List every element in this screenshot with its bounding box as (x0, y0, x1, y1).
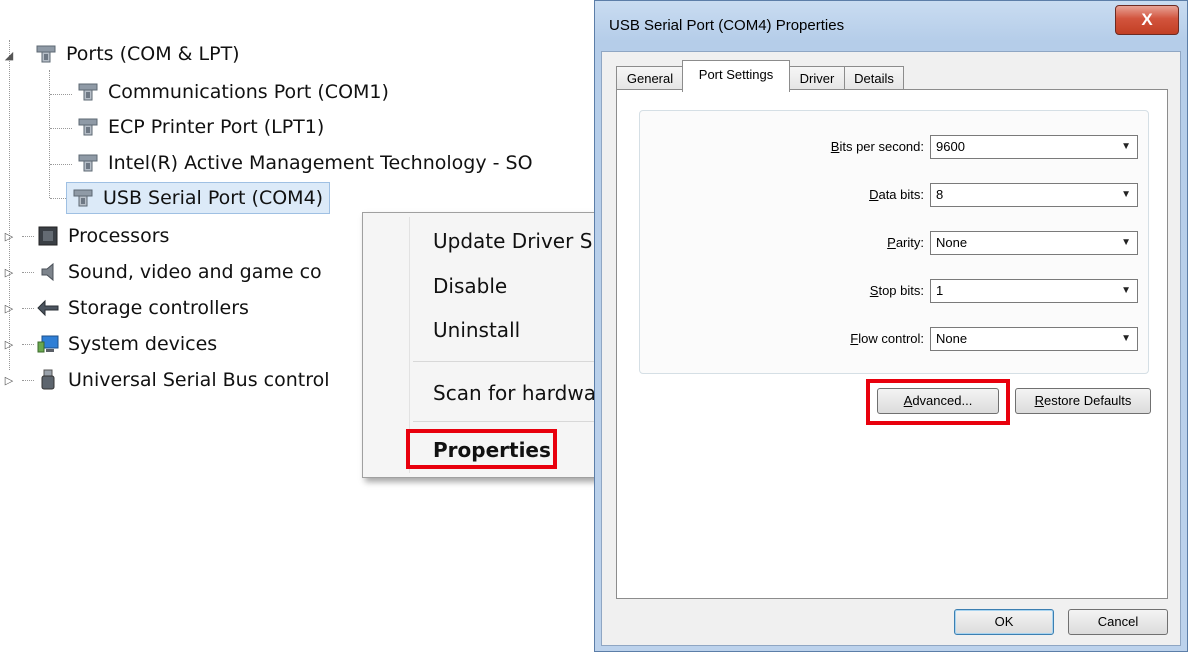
menu-separator (413, 361, 623, 362)
tab-port-settings[interactable]: Port Settings (682, 60, 790, 92)
expand-triangle-icon[interactable]: ▷ (3, 302, 15, 315)
bits-per-second-value: 9600 (936, 139, 965, 154)
stop-bits-value: 1 (936, 283, 944, 298)
menu-item-uninstall[interactable]: Uninstall (433, 318, 520, 342)
tree-item-processors[interactable]: Processors (36, 220, 169, 252)
data-bits-label: Data bits: (869, 187, 924, 202)
tree-item-usb-serial-com4[interactable]: USB Serial Port (COM4) (66, 182, 331, 214)
flow-control-label: Flow control: (850, 331, 924, 346)
tree-item-intel-amt[interactable]: Intel(R) Active Management Technology - … (76, 147, 533, 179)
tree-item-usb-controllers[interactable]: Universal Serial Bus control (36, 364, 330, 396)
tree-connector (22, 344, 34, 345)
tree-connector (50, 94, 72, 95)
highlight-box-advanced (866, 379, 1010, 425)
tree-connector (22, 236, 34, 237)
menu-item-scan-hardware[interactable]: Scan for hardwa (433, 381, 596, 405)
port-icon (34, 42, 58, 66)
expand-triangle-icon[interactable]: ▷ (3, 266, 15, 279)
data-bits-value: 8 (936, 187, 944, 202)
tree-item-label: Universal Serial Bus control (68, 369, 330, 391)
tree-item-label: Intel(R) Active Management Technology - … (108, 152, 533, 174)
tree-connector (22, 380, 34, 381)
port-icon (76, 80, 100, 104)
expand-triangle-icon[interactable]: ▷ (3, 338, 15, 351)
flow-control-select[interactable]: None ▼ (930, 327, 1138, 351)
tree-item-ports[interactable]: Ports (COM & LPT) (34, 38, 240, 70)
tree-connector (22, 272, 34, 273)
cancel-button[interactable]: Cancel (1068, 609, 1168, 635)
tree-item-label: Sound, video and game co (68, 261, 322, 283)
tree-item-com1[interactable]: Communications Port (COM1) (76, 76, 389, 108)
menu-separator (413, 421, 623, 422)
tree-connector (50, 128, 72, 129)
expand-triangle-icon[interactable]: ▷ (3, 374, 15, 387)
bits-per-second-label: Bits per second: (830, 139, 924, 154)
storage-icon (36, 296, 60, 320)
usb-icon (36, 368, 60, 392)
port-icon (76, 151, 100, 175)
highlight-box-properties (406, 429, 557, 469)
settings-group: Bits per second: 9600 ▼ Data bits: 8 ▼ P… (639, 110, 1149, 374)
dropdown-arrow-icon: ▼ (1121, 189, 1131, 200)
bits-per-second-select[interactable]: 9600 ▼ (930, 135, 1138, 159)
menu-item-update-driver[interactable]: Update Driver S (433, 229, 592, 253)
restore-defaults-button[interactable]: Restore Defaults (1015, 388, 1151, 414)
flow-control-value: None (936, 331, 968, 346)
dropdown-arrow-icon: ▼ (1121, 333, 1131, 344)
tree-item-label: Communications Port (COM1) (108, 81, 389, 103)
port-settings-panel: Bits per second: 9600 ▼ Data bits: 8 ▼ P… (616, 89, 1168, 599)
menu-item-disable[interactable]: Disable (433, 274, 507, 298)
tab-general[interactable]: General (616, 66, 684, 91)
parity-label: Parity: (887, 235, 924, 250)
tree-item-label: Processors (68, 225, 170, 247)
dropdown-arrow-icon: ▼ (1121, 141, 1131, 152)
parity-select[interactable]: None ▼ (930, 231, 1138, 255)
collapse-triangle-icon[interactable]: ◢ (3, 49, 15, 62)
tree-connector (50, 164, 72, 165)
tree-connector-ports (49, 70, 50, 198)
tree-item-label: USB Serial Port (COM4) (103, 187, 324, 209)
tab-driver[interactable]: Driver (788, 66, 846, 91)
tree-item-sound[interactable]: Sound, video and game co (36, 256, 322, 288)
dialog-title: USB Serial Port (COM4) Properties (609, 17, 845, 34)
tree-item-storage[interactable]: Storage controllers (36, 292, 249, 324)
parity-value: None (936, 235, 968, 250)
properties-dialog: USB Serial Port (COM4) Properties X Gene… (594, 0, 1188, 652)
ok-button[interactable]: OK (954, 609, 1054, 635)
expand-triangle-icon[interactable]: ▷ (3, 230, 15, 243)
data-bits-select[interactable]: 8 ▼ (930, 183, 1138, 207)
tree-item-label: System devices (68, 333, 218, 355)
tree-item-label: Storage controllers (68, 297, 249, 319)
processor-icon (36, 224, 60, 248)
selection-highlight: USB Serial Port (COM4) (66, 182, 331, 214)
tree-item-lpt1[interactable]: ECP Printer Port (LPT1) (76, 111, 324, 143)
dropdown-arrow-icon: ▼ (1121, 237, 1131, 248)
speaker-icon (36, 260, 60, 284)
port-icon (76, 115, 100, 139)
tree-item-label: ECP Printer Port (LPT1) (108, 116, 325, 138)
stop-bits-label: Stop bits: (869, 283, 924, 298)
computer-icon (36, 332, 60, 356)
dropdown-arrow-icon: ▼ (1121, 285, 1131, 296)
tree-item-system-devices[interactable]: System devices (36, 328, 217, 360)
port-icon (71, 186, 95, 210)
stop-bits-select[interactable]: 1 ▼ (930, 279, 1138, 303)
close-button[interactable]: X (1115, 5, 1179, 35)
dialog-body: General Port Settings Driver Details Bit… (601, 51, 1181, 646)
tab-details[interactable]: Details (844, 66, 904, 91)
tree-item-label: Ports (COM & LPT) (66, 43, 240, 65)
tree-connector-root (9, 40, 10, 370)
tree-connector (22, 308, 34, 309)
